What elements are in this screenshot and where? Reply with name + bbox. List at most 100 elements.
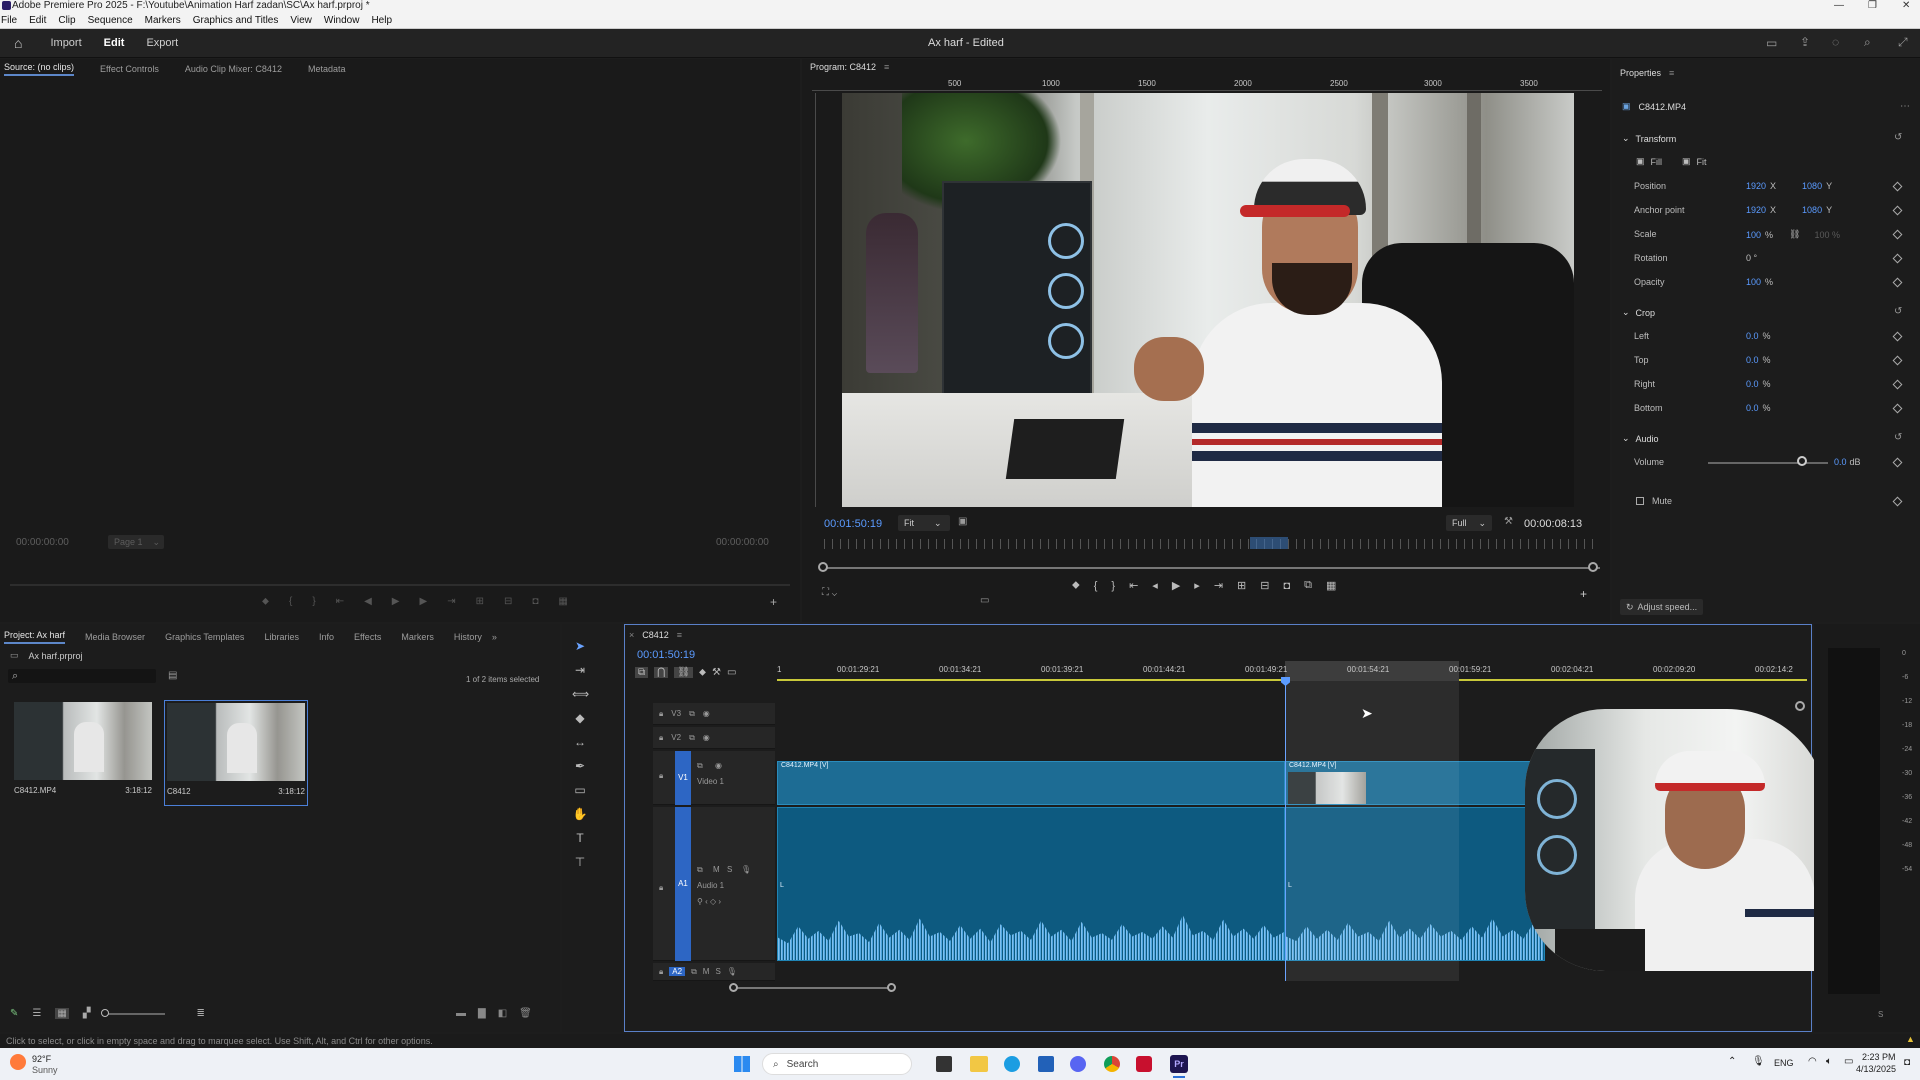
project-search-input[interactable]: ⌕ xyxy=(8,669,156,683)
warning-icon[interactable]: ▲ xyxy=(1906,1034,1915,1044)
zoom-handle[interactable] xyxy=(100,1008,109,1017)
mic-tray-icon[interactable]: 🎙︎ xyxy=(1752,1056,1765,1067)
rotation-value[interactable]: 0 ° xyxy=(1746,253,1757,263)
program-mini-ruler[interactable] xyxy=(824,539,1600,549)
menu-markers[interactable]: Markers xyxy=(145,12,181,29)
track-header-v3[interactable]: 🔒︎ V3 ⧉ ◉ xyxy=(653,703,775,725)
menu-clip[interactable]: Clip xyxy=(58,12,75,29)
out-point-icon[interactable]: } xyxy=(1111,580,1115,592)
maximize-icon[interactable]: ❐ xyxy=(1868,0,1877,12)
clock-time[interactable]: 2:23 PM xyxy=(1862,1052,1896,1062)
insert-icon[interactable]: ⊞ xyxy=(476,596,484,607)
track-target-a2[interactable]: A2 xyxy=(669,967,686,976)
eye-icon[interactable]: ◉ xyxy=(703,733,710,742)
menu-edit[interactable]: Edit xyxy=(29,12,46,29)
linked-selection-icon[interactable]: ⛓ xyxy=(674,667,694,678)
crop-top-value[interactable]: 0.0 xyxy=(1746,355,1759,365)
rectangle-tool-icon[interactable]: ▭ xyxy=(572,782,588,798)
button-editor-icon[interactable]: ▦ xyxy=(558,596,567,607)
in-point-icon[interactable]: { xyxy=(1094,580,1098,592)
captions-icon[interactable]: ▭ xyxy=(727,667,736,678)
selection-tool-icon[interactable]: ➤ xyxy=(572,638,588,654)
windows-start-icon[interactable] xyxy=(734,1056,750,1072)
menu-file[interactable]: File xyxy=(1,12,17,29)
program-video-frame[interactable] xyxy=(842,93,1574,507)
lift-icon[interactable]: ⊞ xyxy=(1237,579,1246,592)
go-in-icon[interactable]: ⇤ xyxy=(336,596,344,607)
position-y[interactable]: 1080 xyxy=(1802,181,1822,191)
menu-window[interactable]: Window xyxy=(324,12,360,29)
clock-date[interactable]: 4/13/2025 xyxy=(1856,1064,1896,1074)
project-item-card-selected[interactable]: C8412 3:18:12 xyxy=(164,700,308,806)
tab-libraries[interactable]: Libraries xyxy=(264,632,299,642)
track-target-a1[interactable]: A1 xyxy=(675,807,691,961)
menu-help[interactable]: Help xyxy=(371,12,392,29)
sync-lock-icon[interactable]: ⧉ xyxy=(689,733,695,743)
out-point-icon[interactable]: } xyxy=(312,596,315,607)
go-in-icon[interactable]: ⇤ xyxy=(1129,579,1138,592)
mic-icon[interactable]: 🎙︎ xyxy=(727,967,737,976)
tab-markers[interactable]: Markers xyxy=(401,632,434,642)
audio-section-header[interactable]: ⌄ Audio xyxy=(1622,433,1659,444)
keyframe-icon[interactable] xyxy=(1892,277,1903,288)
program-mini-playhead[interactable] xyxy=(1250,537,1288,549)
overwrite-icon[interactable]: ⊟ xyxy=(504,596,512,607)
nest-toggle-icon[interactable]: ⧉ xyxy=(635,667,649,678)
panel-menu-icon[interactable]: ≡ xyxy=(884,62,889,72)
reset-icon[interactable]: ↺ xyxy=(1894,432,1902,443)
snap-icon[interactable]: ⋂ xyxy=(654,667,669,678)
video-clip-1[interactable]: C8412.MP4 [V] xyxy=(777,761,1285,805)
track-select-tool-icon[interactable]: ⇥ xyxy=(572,662,588,678)
keyframe-icon[interactable] xyxy=(1892,457,1903,468)
new-item-icon[interactable]: ◧ xyxy=(498,1008,507,1019)
new-folder-icon[interactable]: ▇ xyxy=(478,1008,486,1019)
tray-chevron-icon[interactable]: ⌃ xyxy=(1728,1056,1736,1067)
search-icon[interactable]: ⌕ xyxy=(1864,35,1871,50)
program-timecode[interactable]: 00:01:50:19 xyxy=(824,518,882,530)
store-icon[interactable] xyxy=(1038,1056,1054,1072)
wifi-icon[interactable]: ◠ xyxy=(1808,1056,1817,1067)
lock-icon[interactable]: 🔒︎ xyxy=(659,733,663,743)
transform-section-header[interactable]: ⌄ Transform xyxy=(1622,133,1676,144)
program-scrub-bar[interactable] xyxy=(824,567,1600,569)
crop-right-value[interactable]: 0.0 xyxy=(1746,379,1759,389)
ripple-edit-tool-icon[interactable]: ⟺ xyxy=(572,686,589,702)
close-tab-icon[interactable]: × xyxy=(629,630,634,640)
keyframe-icon[interactable] xyxy=(1892,379,1903,390)
taskbar-search[interactable]: ⌕ Search xyxy=(762,1053,912,1075)
fullscreen-icon[interactable]: ⤢ xyxy=(1898,35,1908,50)
scroll-handle-end[interactable] xyxy=(887,983,896,992)
program-add-icon[interactable]: + xyxy=(1580,587,1587,601)
reset-icon[interactable]: ↺ xyxy=(1894,306,1902,317)
opacity-value[interactable]: 100 xyxy=(1746,277,1761,287)
scrub-handle-end[interactable] xyxy=(1588,562,1598,572)
workspace-import[interactable]: Import xyxy=(50,37,81,49)
volume-slider-handle[interactable] xyxy=(1796,456,1807,466)
mute-track-icon[interactable]: M xyxy=(713,865,720,874)
crop-bottom-value[interactable]: 0.0 xyxy=(1746,403,1759,413)
keyframe-icon[interactable] xyxy=(1892,181,1903,192)
tab-media-browser[interactable]: Media Browser xyxy=(85,632,145,642)
anchor-y[interactable]: 1080 xyxy=(1802,205,1822,215)
solo-track-icon[interactable]: S xyxy=(727,865,732,874)
track-header-v1[interactable]: 🔒︎ V1 ⧉ ◉ Video 1 xyxy=(653,751,775,805)
volume-value[interactable]: 0.0 xyxy=(1834,457,1847,467)
zoom-slider[interactable] xyxy=(100,1008,165,1017)
eye-icon[interactable]: ◉ xyxy=(715,761,722,770)
tab-audio-clip-mixer[interactable]: Audio Clip Mixer: C8412 xyxy=(185,64,282,74)
track-header-a2[interactable]: 🔒︎ A2 ⧉ M S 🎙︎ xyxy=(653,963,775,981)
crop-section-header[interactable]: ⌄ Crop xyxy=(1622,307,1655,318)
tab-graphics-templates[interactable]: Graphics Templates xyxy=(165,632,244,642)
task-view-icon[interactable] xyxy=(936,1056,952,1072)
list-view-icon[interactable]: ☰ xyxy=(32,1008,41,1019)
chrome-icon[interactable] xyxy=(1104,1056,1120,1072)
link-icon[interactable]: ⛓ xyxy=(1789,229,1800,240)
step-back-icon[interactable]: ◀ xyxy=(364,596,372,607)
go-out-icon[interactable]: ⇥ xyxy=(1214,579,1223,592)
more-tabs-icon[interactable]: » xyxy=(492,632,497,642)
timeline-scrollbar[interactable] xyxy=(735,987,891,989)
premiere-icon[interactable]: Pr xyxy=(1170,1055,1188,1073)
progress-icon[interactable]: ◌ xyxy=(1832,35,1839,49)
fill-label[interactable]: Fill xyxy=(1651,157,1663,167)
battery-icon[interactable]: ▭ xyxy=(1844,1056,1853,1067)
